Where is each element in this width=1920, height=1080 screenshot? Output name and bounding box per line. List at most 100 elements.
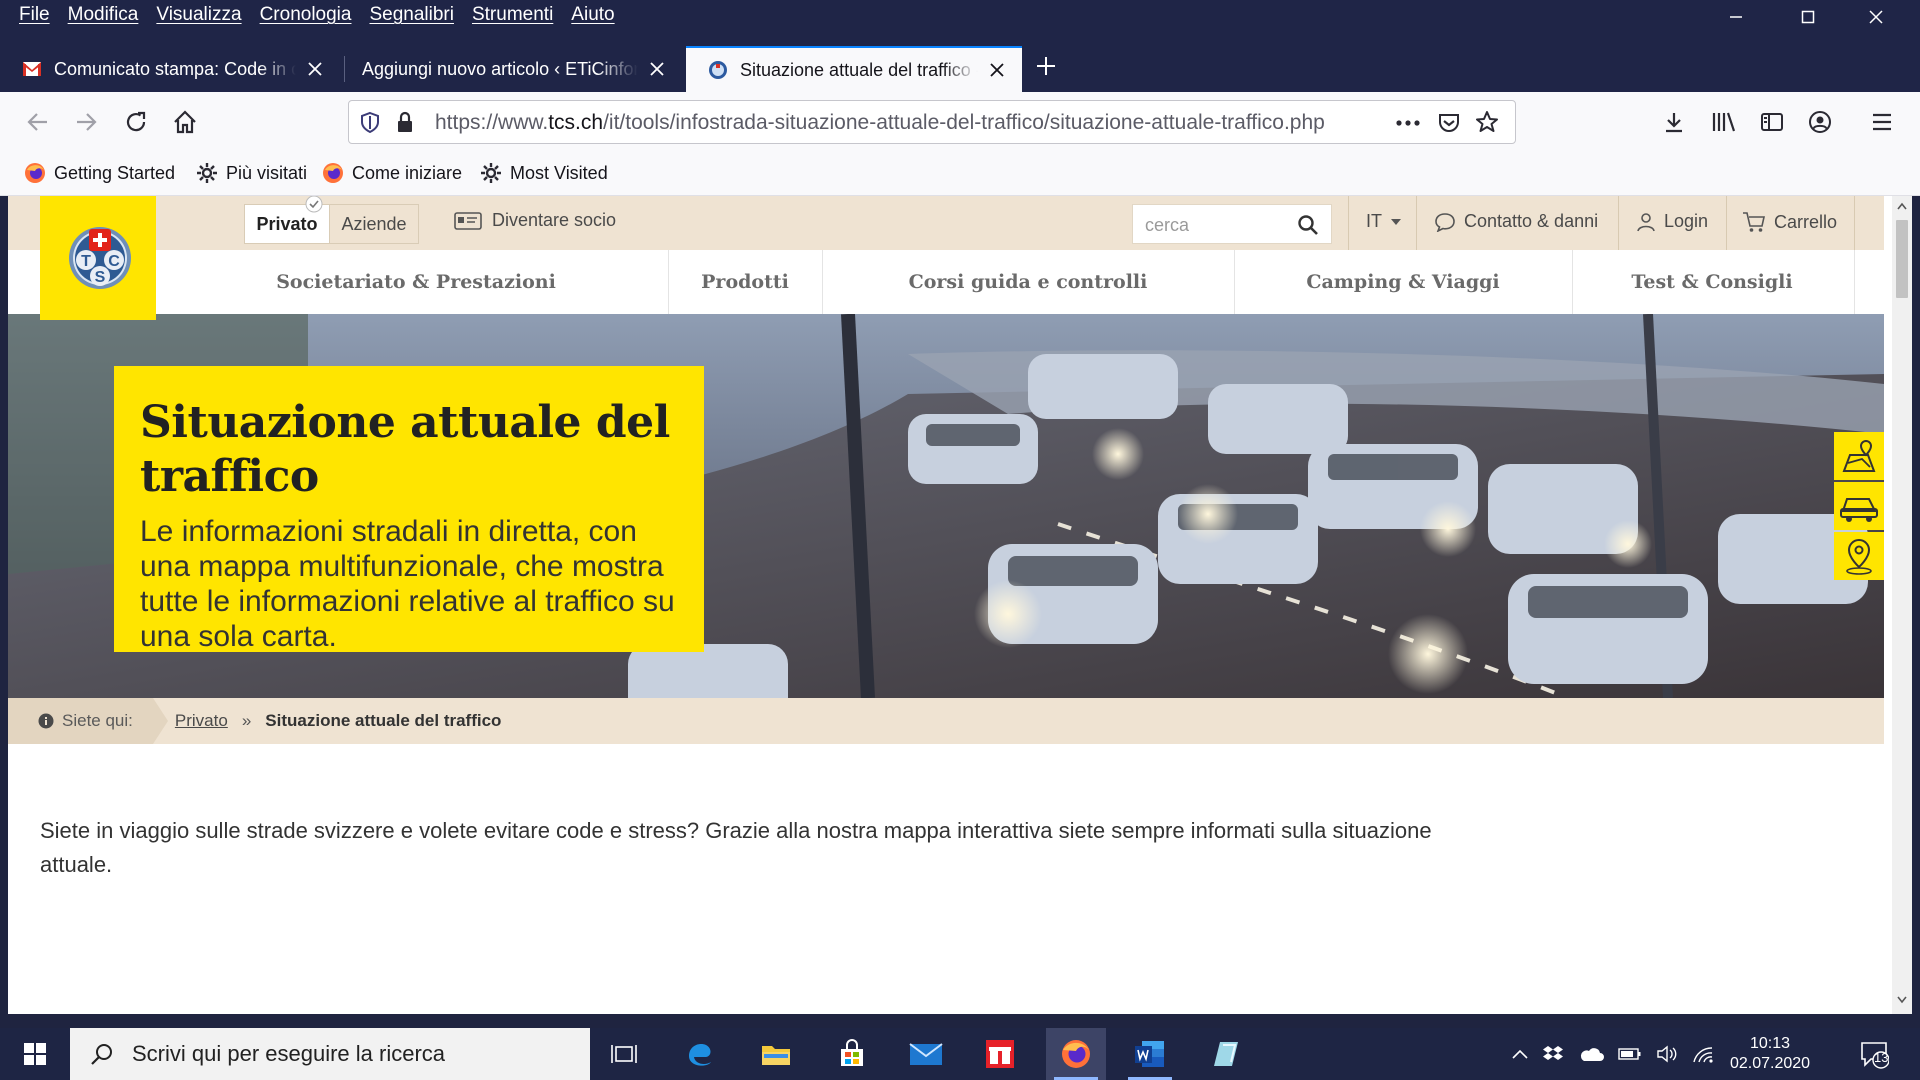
taskbar-firefox[interactable] [1046,1028,1106,1080]
close-window-button[interactable] [1846,4,1906,30]
taskbar-clock[interactable]: 10:13 02.07.2020 [1730,1034,1810,1074]
sidebar-button[interactable] [1754,104,1790,140]
action-center-button[interactable]: 13 [1846,1028,1902,1080]
tab-close-button[interactable] [644,56,670,82]
scroll-down-icon[interactable] [1897,996,1907,1004]
menu-strumenti[interactable]: Strumenti [463,4,562,26]
bookmark-piu-visitati[interactable]: Più visitati [196,162,307,184]
minimize-button[interactable] [1706,4,1766,30]
menu-modifica[interactable]: Modifica [59,4,148,26]
taskbar-store[interactable] [822,1028,882,1080]
side-map-button[interactable] [1834,432,1884,480]
taskbar-word[interactable] [1120,1028,1180,1080]
search-icon[interactable] [1297,214,1319,236]
nav-corsi-guida[interactable]: Corsi guida e controlli [822,250,1234,314]
menu-visualizza[interactable]: Visualizza [147,4,250,26]
taskbar-search-input[interactable]: Scrivi qui per eseguire la ricerca [70,1028,590,1080]
bookmark-most-visited[interactable]: Most Visited [480,162,608,184]
tracking-protection-shield-icon[interactable] [359,111,381,133]
taskbar-gift-app[interactable] [970,1028,1030,1080]
bookmark-getting-started[interactable]: Getting Started [24,162,175,184]
gmail-icon [23,62,41,76]
language-selector[interactable]: IT [1366,211,1402,232]
diventare-socio-link[interactable]: Diventare socio [454,210,616,231]
tab-close-button[interactable] [302,56,328,82]
menu-aiuto[interactable]: Aiuto [562,4,623,26]
reload-button[interactable] [118,104,154,140]
pocket-icon[interactable] [1437,111,1461,135]
breadcrumb: Siete qui: Privato » Situazione attuale … [8,698,1884,744]
util-separator [1348,196,1349,250]
bookmarks-toolbar: Getting Started Più visitati Come inizia… [0,152,1920,196]
carrello-link[interactable]: Carrello [1742,211,1837,233]
scroll-up-icon[interactable] [1897,202,1907,210]
bookmark-come-iniziare[interactable]: Come iniziare [322,162,462,184]
task-view-icon [611,1045,637,1063]
nav-test-consigli[interactable]: Test & Consigli [1572,250,1852,314]
taskbar-file-explorer[interactable] [746,1028,806,1080]
vertical-scrollbar[interactable] [1892,196,1912,1014]
contatto-danni-link[interactable]: Contatto & danni [1434,211,1598,232]
menu-segnalibri[interactable]: Segnalibri [360,4,463,26]
system-tray [1512,1028,1714,1080]
reload-icon [126,111,146,132]
new-tab-button[interactable] [1028,48,1064,84]
onedrive-icon[interactable] [1578,1046,1604,1062]
bookmark-star-icon[interactable] [1475,110,1499,134]
library-icon [1712,112,1736,132]
task-view-button[interactable] [594,1028,654,1080]
side-location-button[interactable] [1834,532,1884,580]
wifi-icon[interactable] [1692,1045,1714,1063]
nav-separator [1854,250,1855,314]
close-icon [1869,10,1883,24]
breadcrumb-trail: Siete qui: Privato » Situazione attuale … [38,711,501,731]
breadcrumb-link-privato[interactable]: Privato [175,711,228,731]
account-button[interactable] [1802,104,1838,140]
library-button[interactable] [1706,104,1742,140]
close-icon [650,62,664,76]
taskbar-mail[interactable] [896,1028,956,1080]
tab-traffico[interactable]: Situazione attuale del traffico - TCS [686,46,1022,92]
hamburger-menu-icon [1873,113,1891,131]
battery-icon[interactable] [1618,1046,1642,1062]
taskbar-edge[interactable] [670,1028,730,1080]
tab-aggiungi-articolo[interactable]: Aggiungi nuovo articolo ‹ ETiCinform [346,46,682,92]
taskbar-app-glass[interactable] [1196,1028,1256,1080]
app-menu-button[interactable] [1864,104,1900,140]
forward-button[interactable] [68,104,104,140]
chevron-up-icon[interactable] [1512,1048,1528,1060]
nav-camping-viaggi[interactable]: Camping & Viaggi [1234,250,1572,314]
scrollbar-thumb[interactable] [1896,220,1908,298]
nav-prodotti[interactable]: Prodotti [668,250,822,314]
tab-close-button[interactable] [984,57,1010,83]
firefox-icon [1062,1040,1090,1068]
info-icon [38,713,54,729]
home-icon [174,110,196,134]
page-title: Situazione attuale del traffico [140,397,670,502]
car-icon [1840,498,1878,522]
side-car-button[interactable] [1834,482,1884,530]
volume-icon[interactable] [1656,1045,1678,1063]
dropbox-icon[interactable] [1542,1045,1564,1063]
lock-icon[interactable] [395,111,415,133]
maximize-icon [1801,10,1815,24]
address-bar[interactable]: https://www.tcs.ch/it/tools/infostrada-s… [348,100,1516,144]
maximize-button[interactable] [1778,4,1838,30]
nav-societariato[interactable]: Societariato & Prestazioni [156,250,676,314]
back-button[interactable] [20,104,56,140]
site-search-input[interactable]: cerca [1132,204,1332,244]
page-actions-menu-icon[interactable] [1395,119,1421,127]
segment-aziende-button[interactable]: Aziende [329,204,419,244]
tab-gmail[interactable]: Comunicato stampa: Code in on [0,46,340,92]
start-button[interactable] [0,1028,70,1080]
back-arrow-icon [27,113,47,131]
home-button[interactable] [167,104,203,140]
windows-logo-icon [24,1043,46,1065]
menu-file[interactable]: File [10,4,59,26]
tcs-logo[interactable]: T C S [40,196,156,320]
breadcrumb-current: Situazione attuale del traffico [265,711,502,730]
login-link[interactable]: Login [1636,211,1708,232]
tab-separator [344,56,345,82]
downloads-button[interactable] [1656,104,1692,140]
menu-cronologia[interactable]: Cronologia [251,4,361,26]
